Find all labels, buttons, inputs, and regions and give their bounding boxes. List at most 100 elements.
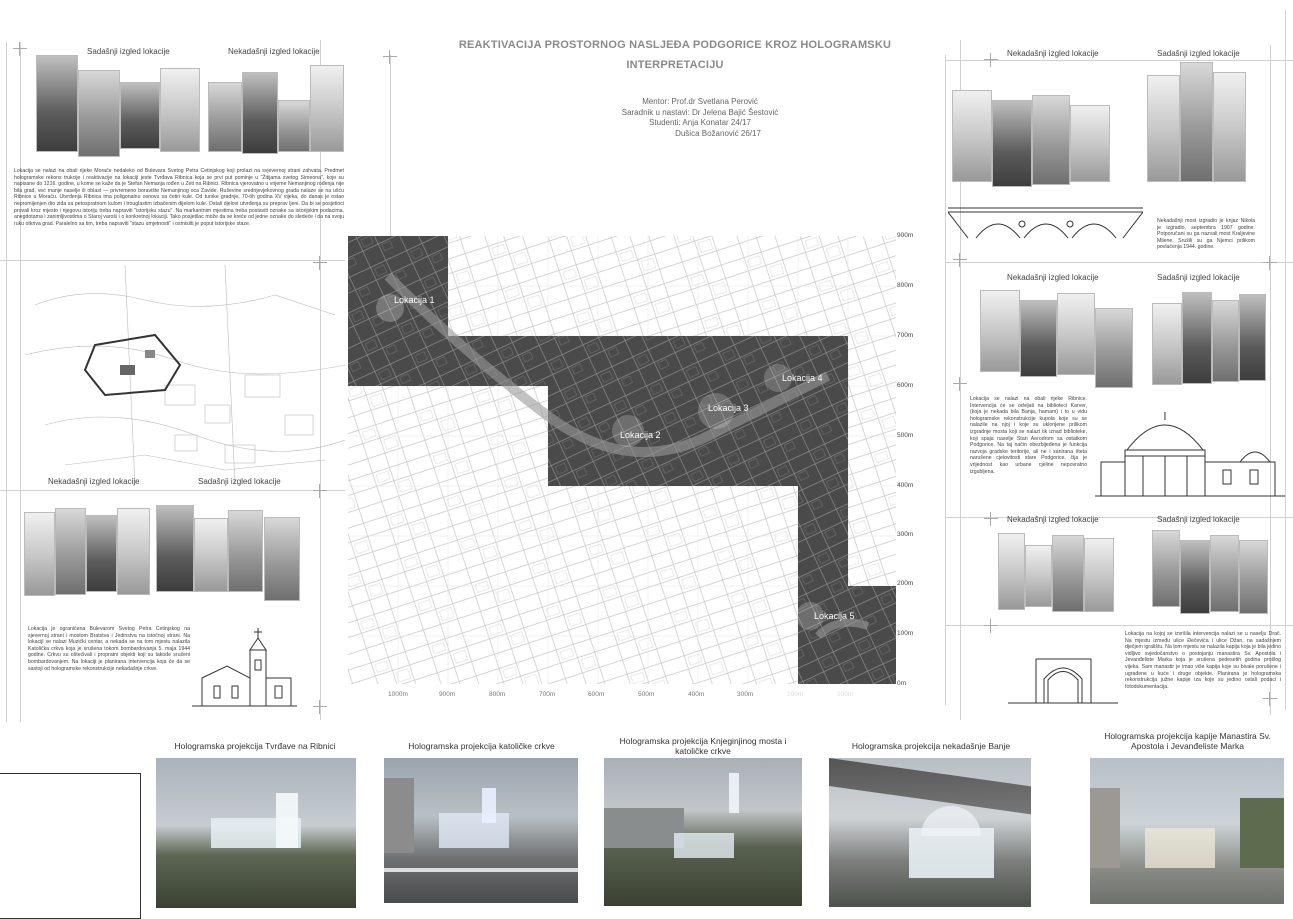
church-elevation-drawing (192, 628, 297, 707)
photo-strip (1032, 95, 1070, 185)
photo-strip (998, 533, 1025, 610)
map-label-location-5: Lokacija 5 (814, 611, 855, 621)
photo-strip (264, 517, 300, 601)
frame-line (0, 260, 345, 261)
poster-title-line2: INTERPRETACIJU (626, 59, 724, 71)
y-tick-label: 100m (897, 630, 914, 637)
credits: Mentor: Prof.dr Svetlana Perović Saradni… (560, 97, 840, 139)
bottom-left-box (0, 773, 141, 919)
crosshair-icon (953, 377, 967, 391)
photo-strip (1239, 294, 1266, 381)
photo-strip (992, 100, 1032, 187)
map-label-location-3: Lokacija 3 (708, 403, 749, 413)
crosshair-icon (953, 253, 967, 267)
frame-line (6, 42, 7, 722)
gate-elevation-drawing (1008, 658, 1118, 704)
y-tick-label: 900m (897, 232, 914, 239)
poster-title-line1: REAKTIVACIJA PROSTORNOG NASLJEĐA PODGORI… (458, 39, 892, 51)
mentor-text: Mentor: Prof.dr Svetlana Perović (642, 97, 758, 106)
frame-line (1270, 45, 1271, 715)
y-tick-label: 0m (897, 680, 907, 687)
photo-strip (208, 82, 242, 152)
x-tick-label: 400m (688, 691, 705, 698)
x-tick-label: 800m (489, 691, 506, 698)
render-photo-church (384, 758, 578, 903)
photo-strip (1182, 292, 1212, 384)
frame-line (945, 55, 946, 705)
photo-strip (1210, 535, 1239, 612)
photo-strip (242, 72, 278, 154)
x-tick-label: 500m (638, 691, 655, 698)
y-tick-label: 700m (897, 332, 914, 339)
caption-current: Sadašnji izgled lokacije (87, 47, 170, 56)
render-caption-1: Hologramska projekcija Tvrđave na Ribnic… (174, 741, 336, 751)
caption-current: Sadašnji izgled lokacije (1157, 515, 1240, 524)
photo-strip (1052, 535, 1084, 612)
fortress-description: Lokacija se nalazi na obali rijeke Morač… (14, 168, 344, 227)
photo-strip (310, 65, 344, 152)
render-caption-4: Hologramska projekcija nekadašnje Banje (851, 741, 1011, 751)
crosshair-icon (984, 53, 998, 67)
photo-strip (156, 505, 194, 592)
frame-line (390, 55, 391, 255)
caption-former: Nekadašnji izgled lokacije (1007, 515, 1099, 524)
x-tick-label: 900m (439, 691, 456, 698)
y-tick-label: 400m (897, 482, 914, 489)
frame-line (945, 262, 1293, 263)
y-tick-label: 200m (897, 580, 914, 587)
y-tick-label: 600m (897, 382, 914, 389)
x-tick-label: 200m (787, 691, 804, 698)
photo-strip (117, 508, 150, 595)
x-tick-label: 700m (539, 691, 556, 698)
caption-current: Sadašnji izgled lokacije (1157, 49, 1240, 58)
x-tick-label: 600m (588, 691, 605, 698)
crosshair-icon (383, 50, 397, 64)
photo-strip (36, 55, 78, 152)
assistant-text: Saradnik u nastavi: Dr Jelena Bajić Šest… (621, 107, 779, 117)
render-caption-5: Hologramska projekcija kapije Manastira … (1104, 731, 1271, 751)
caption-former: Nekadašnji izgled lokacije (1007, 49, 1099, 58)
photo-strip (1152, 530, 1180, 607)
photo-strip (1095, 308, 1133, 388)
render-caption-3: Hologramska projekcija Knjeginjinog most… (619, 736, 787, 756)
photo-strip (194, 518, 228, 592)
photo-strip (55, 508, 86, 595)
photo-strip (1084, 538, 1114, 612)
photo-strip (1212, 300, 1239, 382)
photo-strip (120, 82, 160, 149)
y-tick-label: 800m (897, 282, 914, 289)
photo-strip (24, 512, 55, 596)
render-photo-fortress (156, 758, 356, 908)
caption-former: Nekadašnji izgled lokacije (1007, 273, 1099, 282)
crosshair-icon (1263, 256, 1277, 270)
caption-current: Sadašnji izgled lokacije (198, 477, 281, 486)
fortress-plan-drawing (25, 265, 345, 485)
x-tick-label: 300m (737, 691, 754, 698)
photo-strip (1025, 545, 1052, 607)
crosshair-icon (984, 512, 998, 526)
church-description: Lokacija je ograničena Bulevarom Svetog … (28, 626, 190, 672)
crosshair-icon (984, 619, 998, 633)
bridge-description: Nekadašnji most izgradio je knjaz Nikola… (1157, 218, 1255, 251)
photo-strip (952, 90, 992, 182)
photo-strip (1147, 75, 1180, 182)
photo-strip (278, 100, 310, 152)
photo-strip (86, 515, 117, 592)
y-tick-label: 500m (897, 432, 914, 439)
photo-strip (1213, 72, 1246, 182)
photo-strip (1239, 540, 1268, 614)
caption-former: Nekadašnji izgled lokacije (228, 47, 320, 56)
photo-strip (1180, 540, 1210, 614)
frame-line (0, 490, 345, 491)
crosshair-icon (313, 700, 327, 714)
students-text: Studenti: Anja Konatar 24/17 (649, 118, 751, 127)
photo-strip (160, 68, 200, 152)
bridge-elevation-drawing (948, 207, 1143, 239)
x-tick-label: 100m (837, 691, 854, 698)
caption-former: Nekadašnji izgled lokacije (48, 477, 140, 486)
photo-strip (1020, 300, 1057, 377)
photo-strip (1152, 303, 1182, 385)
monastery-description: Lokacija na kojoj se izvršila intervenci… (1125, 631, 1281, 690)
photo-strip (980, 290, 1020, 372)
map-label-location-1: Lokacija 1 (394, 295, 435, 305)
